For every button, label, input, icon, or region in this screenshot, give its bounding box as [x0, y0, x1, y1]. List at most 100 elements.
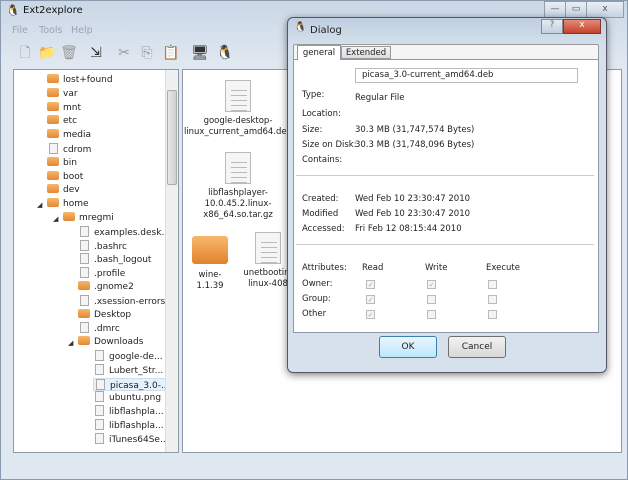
write-checkbox[interactable]	[427, 310, 436, 319]
scrollbar-thumb[interactable]	[167, 90, 177, 185]
file-item[interactable]: unetbootin-linux-408	[243, 232, 293, 290]
copy-icon[interactable]: ⎘	[137, 43, 157, 63]
dialog-close-button[interactable]: x	[563, 19, 601, 34]
export-icon[interactable]: ⇲	[86, 43, 106, 63]
tree-item-label: google-de...	[109, 352, 163, 362]
tree-item[interactable]: libflashpla...	[93, 419, 164, 432]
tree-item-label: Lubert_Str...	[109, 365, 164, 376]
accessed-value: Fri Feb 12 08:15:44 2010	[355, 224, 462, 234]
separator	[296, 244, 594, 245]
maximize-button[interactable]: ▭	[565, 1, 587, 18]
new-file-icon[interactable]: 🗋	[15, 43, 35, 63]
paste-icon[interactable]: 📋	[161, 43, 181, 63]
tree-item[interactable]: dev	[47, 184, 80, 197]
write-column-header: Write	[425, 263, 448, 273]
tree-item[interactable]: home	[47, 198, 89, 211]
tree-item-label: mnt	[63, 102, 81, 113]
tree-item[interactable]: picasa_3.0-...	[93, 377, 171, 391]
menu-tools[interactable]: Tools	[39, 25, 62, 36]
tree-item[interactable]: cdrom	[47, 143, 91, 156]
minimize-button[interactable]: —	[544, 1, 566, 18]
tree-item[interactable]: .dmrc	[78, 322, 120, 335]
ok-button[interactable]: OK	[379, 336, 437, 358]
file-icon	[225, 80, 251, 112]
tree-item[interactable]: Downloads	[78, 336, 143, 349]
tree-item[interactable]: google-de...	[93, 350, 163, 363]
folder-icon	[47, 87, 59, 97]
contains-label: Contains:	[302, 155, 343, 165]
menu-file[interactable]: File	[12, 25, 28, 36]
filename-field[interactable]: picasa_3.0-current_amd64.deb	[355, 68, 578, 83]
modified-value: Wed Feb 10 23:30:47 2010	[355, 209, 471, 219]
folder-icon	[78, 308, 90, 318]
tree-item[interactable]: bin	[47, 156, 77, 170]
created-label: Created:	[302, 194, 339, 204]
size-on-disk-label: Size on Disk:	[302, 140, 357, 150]
tree-item[interactable]: mregmi	[63, 212, 114, 225]
computer-icon[interactable]: 🖥	[190, 43, 210, 63]
folder-icon	[47, 156, 59, 166]
expand-arrow-icon[interactable]: ◢	[68, 339, 73, 347]
tree-item[interactable]: .xsession-errors	[78, 294, 165, 308]
tree-item[interactable]: iTunes64Se...	[93, 432, 169, 446]
tree-item-label: home	[63, 199, 89, 210]
tree-item[interactable]: boot	[47, 170, 83, 184]
menu-help[interactable]: Help	[71, 25, 93, 36]
tree-item[interactable]: .gnome2	[78, 281, 134, 294]
file-item[interactable]: wine-1.1.39	[185, 232, 235, 292]
tab-extended[interactable]: Extended	[341, 46, 391, 59]
expand-arrow-icon[interactable]: ◢	[53, 215, 58, 223]
tree-item[interactable]: libflashpla...	[93, 405, 164, 418]
file-item[interactable]: google-desktop-linux_current_amd64.deb	[183, 80, 293, 138]
file-icon	[255, 232, 281, 264]
tree-item-label: .bashrc	[94, 241, 127, 252]
size-on-disk-value: 30.3 MB (31,748,096 Bytes)	[355, 140, 475, 150]
expand-arrow-icon[interactable]: ◢	[37, 201, 42, 209]
tree-item[interactable]: Desktop	[78, 308, 132, 322]
linux-penguin-icon[interactable]: 🐧	[215, 43, 235, 63]
properties-dialog: 🐧 Dialog ? x picasa_3.0-current_amd64.de…	[287, 17, 607, 373]
tree-item[interactable]: var	[47, 87, 78, 101]
write-checkbox[interactable]: ✓	[427, 280, 436, 289]
tree-item[interactable]: Lubert_Str...	[93, 363, 164, 377]
file-icon	[80, 267, 89, 279]
cut-icon[interactable]: ✂	[114, 43, 134, 63]
cancel-button[interactable]: Cancel	[448, 336, 506, 358]
tree-item[interactable]: ubuntu.png	[93, 391, 161, 404]
tree-item[interactable]: etc	[47, 115, 77, 128]
tree-item-label: Desktop	[94, 309, 132, 320]
tree-item[interactable]: media	[47, 129, 91, 142]
execute-checkbox[interactable]	[488, 310, 497, 319]
tree-item-label: ubuntu.png	[109, 393, 162, 404]
delete-icon[interactable]: 🗑	[59, 43, 79, 63]
tree-item-label: libflashpla...	[109, 421, 164, 431]
close-window-button[interactable]: x	[586, 1, 624, 18]
perm-row-label: Group:	[302, 294, 331, 304]
read-checkbox[interactable]: ✓	[366, 310, 375, 319]
tree-item-label: mregmi	[79, 213, 114, 223]
tree-item-label: dev	[63, 185, 80, 196]
folder-tree: lost+found var mnt etc media cdrom bin boot dev ◢…	[13, 69, 179, 453]
read-checkbox[interactable]: ✓	[366, 280, 375, 289]
folder-icon	[192, 236, 228, 264]
tree-item[interactable]: examples.desk...	[78, 225, 170, 239]
tree-scrollbar[interactable]	[165, 70, 178, 452]
read-checkbox[interactable]: ✓	[366, 295, 375, 304]
folder-icon	[63, 212, 75, 221]
tree-item[interactable]: .bash_logout	[78, 253, 151, 266]
tree-item[interactable]: .bashrc	[78, 239, 127, 253]
file-icon	[225, 152, 251, 184]
file-item[interactable]: libflashplayer-10.0.45.2.linux-x86_64.so…	[183, 152, 293, 221]
tree-item[interactable]: .profile	[78, 267, 125, 280]
help-button[interactable]: ?	[541, 19, 563, 34]
file-icon	[80, 239, 89, 251]
execute-checkbox[interactable]	[488, 280, 497, 289]
open-folder-icon[interactable]: 📁	[37, 43, 57, 63]
tab-general[interactable]: general	[297, 45, 341, 60]
write-checkbox[interactable]	[427, 295, 436, 304]
dialog-title: Dialog	[310, 25, 342, 36]
tree-item[interactable]: mnt	[47, 101, 81, 115]
file-icon	[95, 405, 104, 417]
execute-checkbox[interactable]	[488, 295, 497, 304]
tree-item[interactable]: lost+found	[47, 74, 113, 87]
